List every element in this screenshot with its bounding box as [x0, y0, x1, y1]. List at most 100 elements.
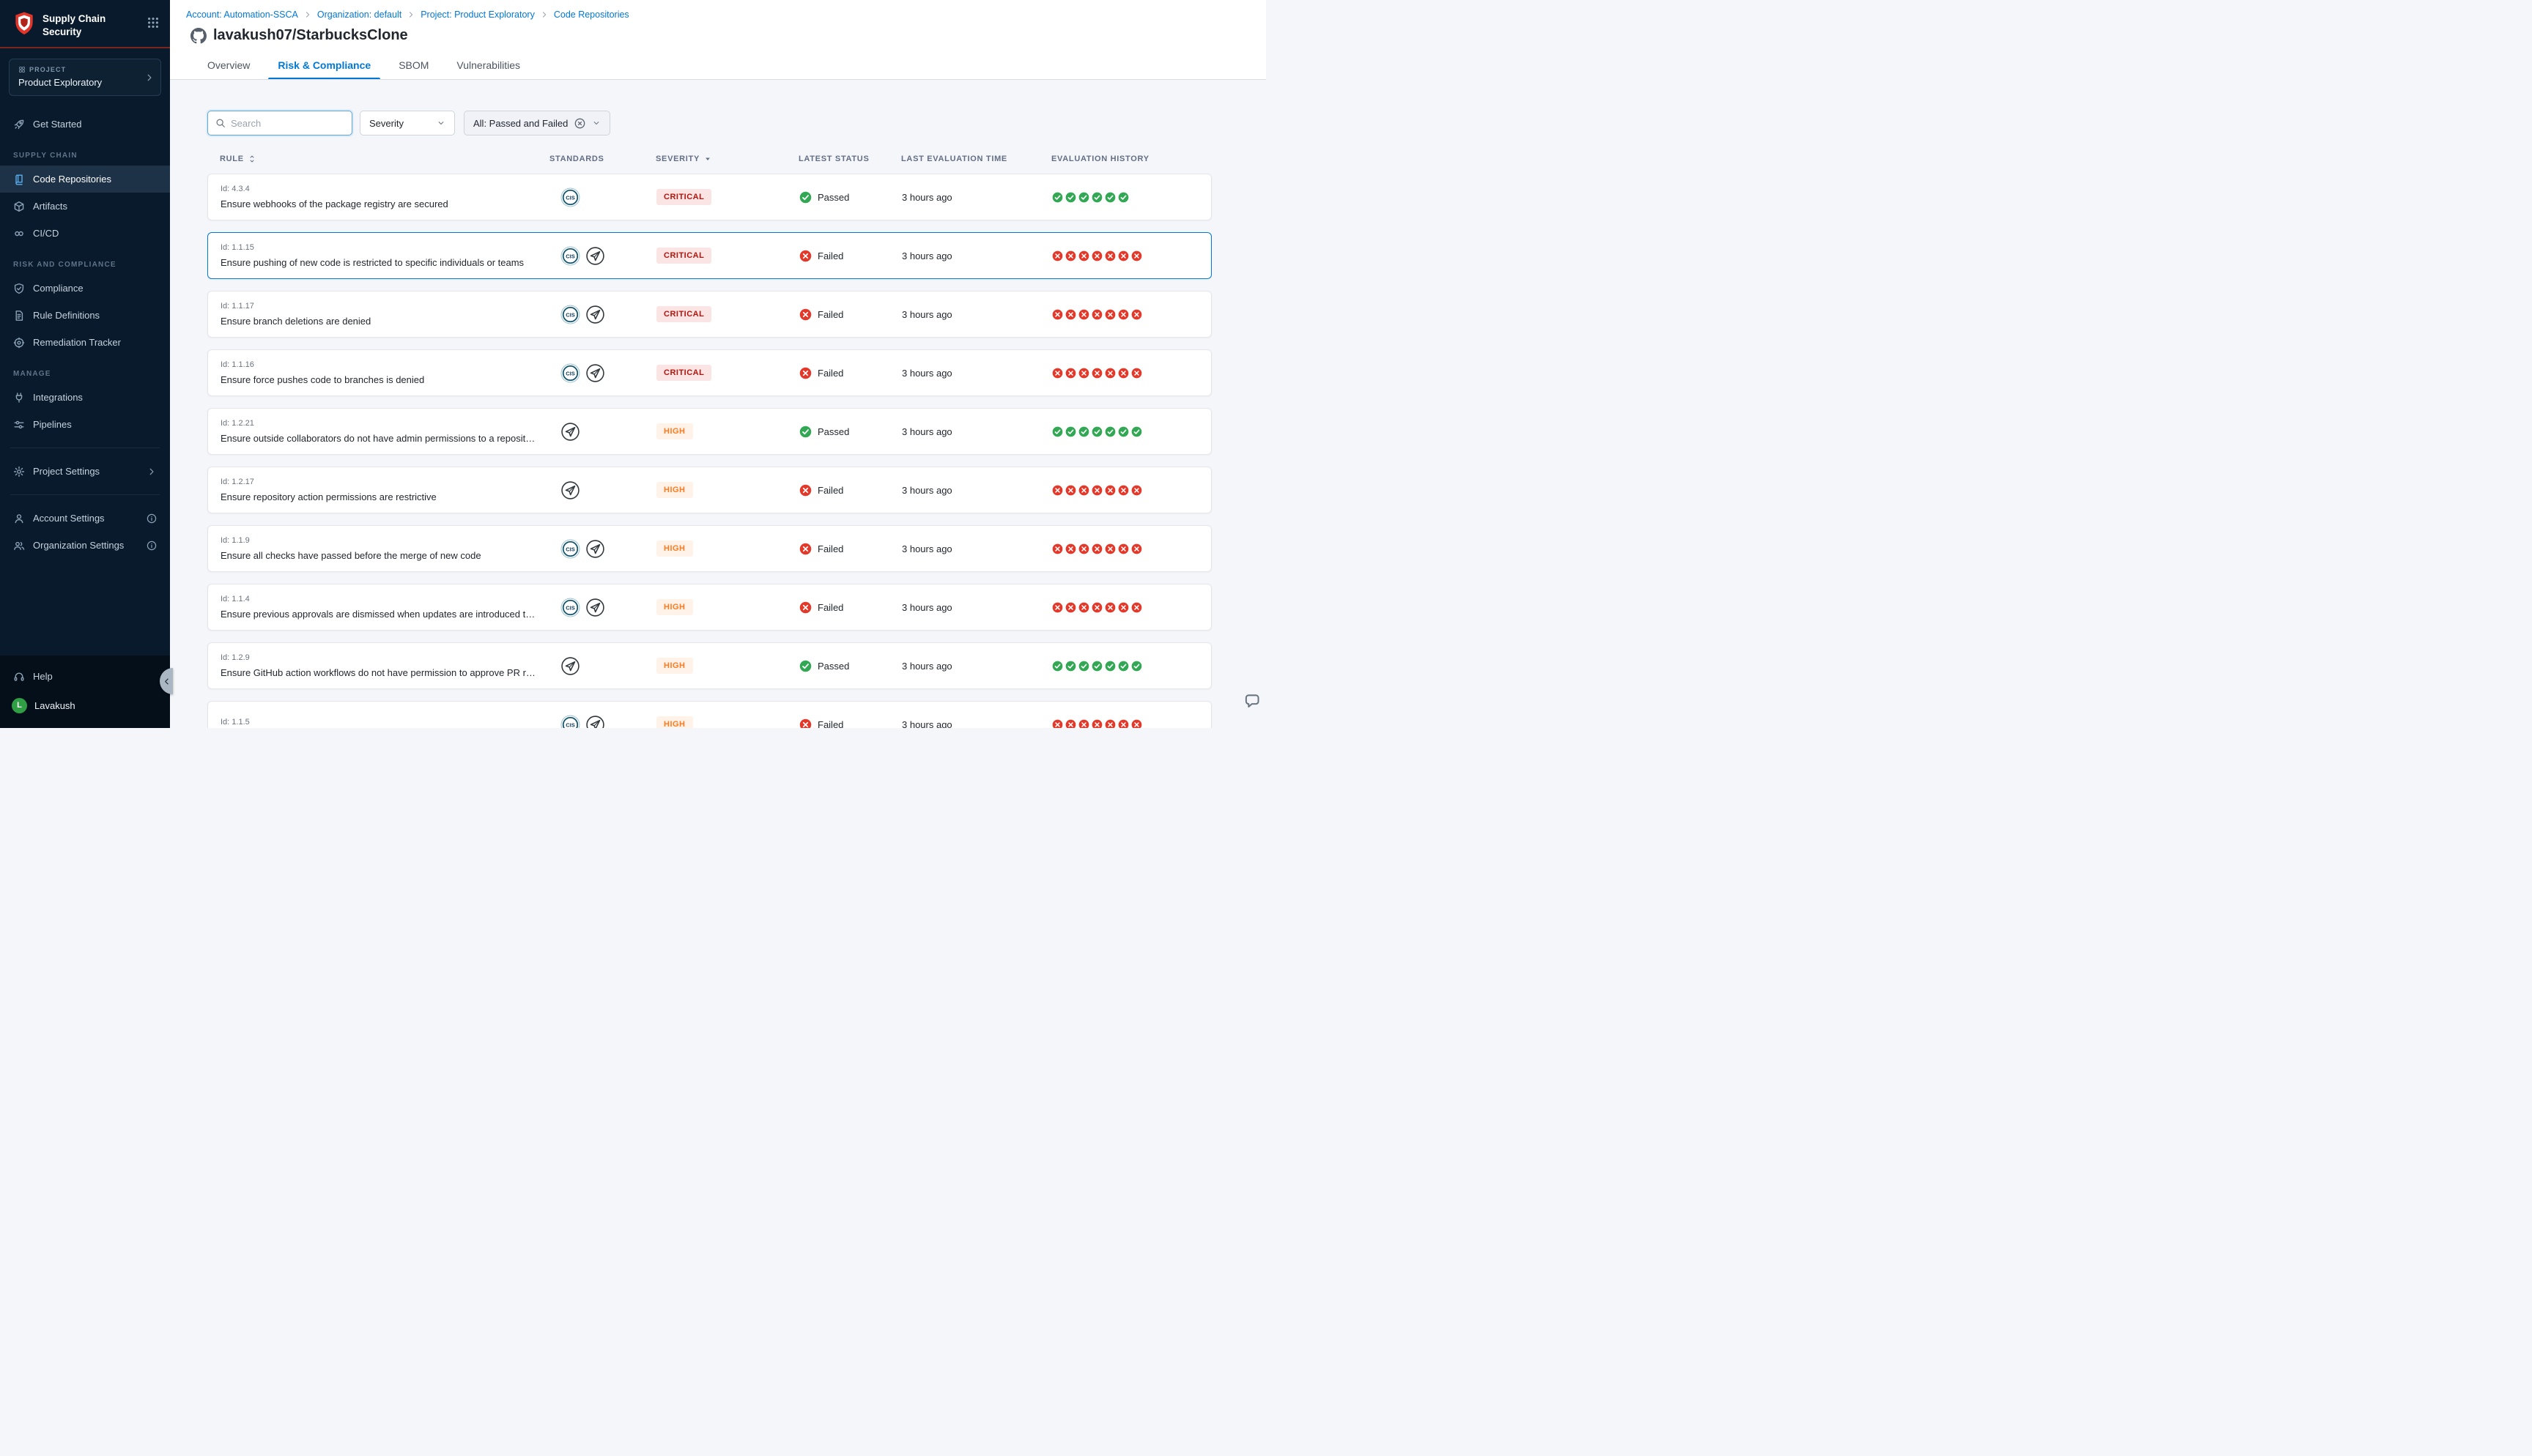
- status-text: Failed: [818, 602, 843, 613]
- status-text: Passed: [818, 192, 849, 203]
- table-row[interactable]: Id: 1.2.9 Ensure GitHub action workflows…: [207, 642, 1212, 689]
- table-row[interactable]: Id: 1.2.17 Ensure repository action perm…: [207, 467, 1212, 513]
- sidebar-item-pipelines[interactable]: Pipelines: [0, 411, 170, 438]
- history-fail-icon: [1078, 485, 1089, 496]
- headset-icon: [13, 671, 25, 683]
- rule-name: Ensure all checks have passed before the…: [221, 550, 550, 561]
- severity-badge: HIGH: [656, 482, 693, 498]
- status-text: Failed: [818, 250, 843, 261]
- svg-text:CIS: CIS: [566, 311, 574, 318]
- table-row[interactable]: Id: 1.1.16 Ensure force pushes code to b…: [207, 349, 1212, 396]
- sidebar-item-project-settings[interactable]: Project Settings: [0, 458, 170, 485]
- module-switcher-icon[interactable]: [147, 16, 160, 29]
- sidebar-item-remediation-tracker[interactable]: Remediation Tracker: [0, 329, 170, 356]
- breadcrumb-link[interactable]: Account: Automation-SSCA: [186, 10, 298, 20]
- severity-badge: HIGH: [656, 716, 693, 728]
- history-fail-icon: [1065, 309, 1076, 320]
- passed-status-icon: [799, 660, 812, 672]
- tab-risk-compliance[interactable]: Risk & Compliance: [264, 53, 385, 79]
- sidebar-item-cicd[interactable]: CI/CD: [0, 220, 170, 247]
- severity-badge: HIGH: [656, 599, 693, 615]
- sidebar-item-organization-settings[interactable]: Organization Settings: [0, 532, 170, 559]
- table-row[interactable]: Id: 1.1.5 CIS HIGH Failed 3 hours ago: [207, 701, 1212, 728]
- rule-cell: Id: 1.1.5: [221, 718, 550, 729]
- person-icon: [13, 513, 25, 524]
- breadcrumb-link[interactable]: Code Repositories: [554, 10, 629, 20]
- severity-cell: HIGH: [656, 423, 799, 439]
- standards-cell: CIS: [550, 598, 656, 617]
- standards-cell: CIS: [550, 187, 656, 207]
- history-fail-icon: [1105, 368, 1116, 379]
- app-logo-icon: [13, 11, 35, 36]
- column-header-last-evaluation-time: LAST EVALUATION TIME: [901, 155, 1051, 163]
- info-icon[interactable]: [147, 513, 157, 524]
- breadcrumb-link[interactable]: Project: Product Exploratory: [421, 10, 535, 20]
- history-fail-icon: [1118, 368, 1129, 379]
- rule-id: Id: 1.1.4: [221, 595, 550, 603]
- tab-vulnerabilities[interactable]: Vulnerabilities: [443, 53, 534, 79]
- cis-badge-icon: CIS: [560, 715, 580, 729]
- status-text: Passed: [818, 426, 849, 437]
- clear-filter-icon[interactable]: [574, 118, 585, 129]
- status-filter-dropdown[interactable]: All: Passed and Failed: [464, 111, 610, 135]
- sidebar-item-label: Code Repositories: [33, 174, 111, 185]
- project-name: Product Exploratory: [18, 77, 141, 88]
- passed-status-icon: [799, 191, 812, 204]
- history-fail-icon: [1105, 543, 1116, 554]
- history-pass-icon: [1078, 426, 1089, 437]
- search-input[interactable]: [231, 118, 344, 129]
- status-text: Failed: [818, 309, 843, 320]
- rule-name: Ensure force pushes code to branches is …: [221, 374, 550, 385]
- sidebar-item-get-started[interactable]: Get Started: [0, 111, 170, 138]
- sidebar-item-compliance[interactable]: Compliance: [0, 275, 170, 302]
- evaluation-time: 3 hours ago: [902, 309, 1052, 320]
- sidebar-item-help[interactable]: Help: [0, 663, 170, 690]
- user-menu[interactable]: L Lavakush: [0, 690, 170, 721]
- tab-sbom[interactable]: SBOM: [385, 53, 443, 79]
- sidebar-item-artifacts[interactable]: Artifacts: [0, 193, 170, 220]
- svg-text:CIS: CIS: [566, 253, 574, 259]
- sidebar-item-rule-definitions[interactable]: Rule Definitions: [0, 302, 170, 329]
- severity-cell: CRITICAL: [656, 189, 799, 205]
- project-selector[interactable]: PROJECT Product Exploratory: [9, 59, 161, 96]
- tab-overview[interactable]: Overview: [193, 53, 264, 79]
- table-row[interactable]: Id: 1.1.4 Ensure previous approvals are …: [207, 584, 1212, 631]
- table-row[interactable]: Id: 4.3.4 Ensure webhooks of the package…: [207, 174, 1212, 220]
- history-fail-icon: [1118, 719, 1129, 729]
- severity-dropdown[interactable]: Severity: [360, 111, 455, 135]
- history-pass-icon: [1092, 426, 1103, 437]
- table-row[interactable]: Id: 1.1.15 Ensure pushing of new code is…: [207, 232, 1212, 279]
- history-fail-icon: [1052, 250, 1063, 261]
- breadcrumb-link[interactable]: Organization: default: [317, 10, 401, 20]
- severity-cell: HIGH: [656, 658, 799, 674]
- history-fail-icon: [1065, 485, 1076, 496]
- column-header-severity[interactable]: SEVERITY: [656, 155, 799, 163]
- status-cell: Passed: [799, 660, 902, 672]
- rule-id: Id: 4.3.4: [221, 185, 550, 193]
- table-row[interactable]: Id: 1.1.17 Ensure branch deletions are d…: [207, 291, 1212, 338]
- rule-cell: Id: 1.2.17 Ensure repository action perm…: [221, 478, 550, 502]
- severity-badge: CRITICAL: [656, 365, 711, 381]
- evaluation-time: 3 hours ago: [902, 426, 1052, 437]
- evaluation-time: 3 hours ago: [902, 543, 1052, 554]
- table-row[interactable]: Id: 1.1.9 Ensure all checks have passed …: [207, 525, 1212, 572]
- rule-name: Ensure outside collaborators do not have…: [221, 433, 550, 444]
- history-pass-icon: [1092, 661, 1103, 672]
- sidebar-item-account-settings[interactable]: Account Settings: [0, 505, 170, 532]
- severity-cell: HIGH: [656, 541, 799, 557]
- chevron-right-icon: [407, 10, 415, 19]
- pipelines-icon: [13, 419, 25, 431]
- sidebar-item-integrations[interactable]: Integrations: [0, 384, 170, 411]
- rules-table-body: Id: 4.3.4 Ensure webhooks of the package…: [207, 174, 1212, 728]
- plug-icon: [13, 392, 25, 404]
- history-pass-icon: [1118, 426, 1129, 437]
- support-chat-button[interactable]: [1244, 693, 1261, 710]
- info-icon[interactable]: [147, 541, 157, 551]
- history-fail-icon: [1131, 602, 1142, 613]
- table-row[interactable]: Id: 1.2.21 Ensure outside collaborators …: [207, 408, 1212, 455]
- sidebar-item-code-repositories[interactable]: Code Repositories: [0, 166, 170, 193]
- column-header-rule[interactable]: RULE: [220, 155, 549, 163]
- history-fail-icon: [1052, 368, 1063, 379]
- rule-name: Ensure pushing of new code is restricted…: [221, 257, 550, 268]
- status-text: Passed: [818, 661, 849, 672]
